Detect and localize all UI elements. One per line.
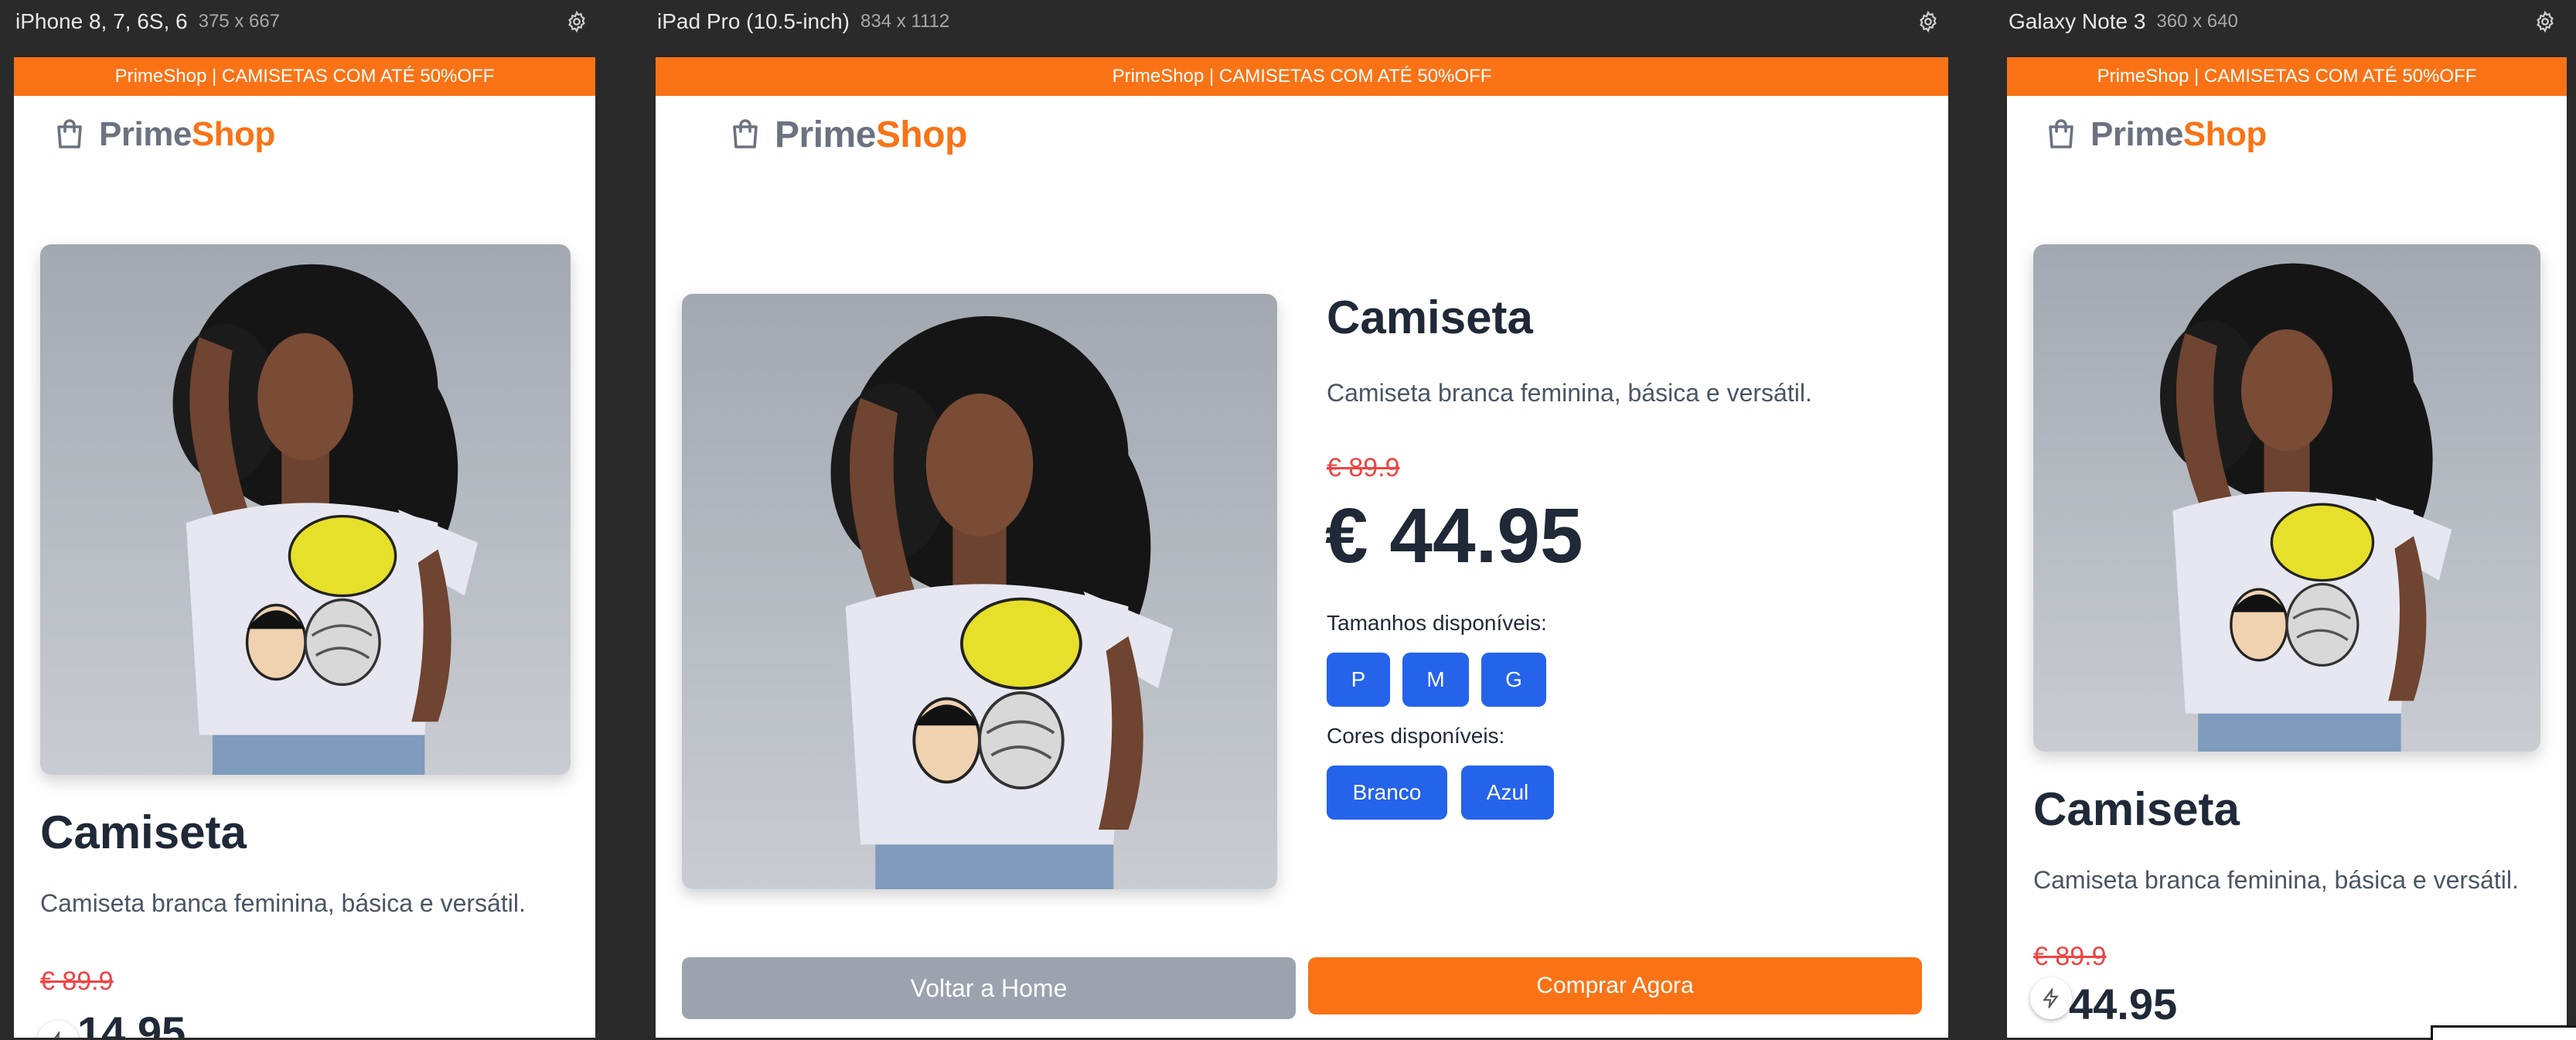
product-title: Camiseta [40, 806, 247, 858]
old-price: € 89.9 [1327, 453, 1400, 482]
color-option-branco[interactable]: Branco [1327, 766, 1447, 820]
size-option-m[interactable]: M [1402, 653, 1469, 707]
device-dims: 834 x 1112 [860, 11, 950, 32]
device-name: Galaxy Note 3 [2009, 9, 2146, 33]
iphone-frame: PrimeShop | CAMISETAS COM ATÉ 50%OFF Pri… [14, 57, 595, 1038]
product-image [2033, 244, 2540, 752]
device-name: iPhone 8, 7, 6S, 6 [15, 9, 188, 33]
gear-icon[interactable] [563, 8, 591, 36]
promo-banner: PrimeShop | CAMISETAS COM ATÉ 50%OFF [656, 57, 1948, 96]
device-label-iphone: iPhone 8, 7, 6S, 6 375 x 667 [15, 6, 280, 37]
gear-icon[interactable] [1914, 8, 1942, 36]
site-header: PrimeShop [656, 96, 1948, 173]
product-description: Camiseta branca feminina, básica e versá… [1327, 379, 1812, 407]
promo-banner: PrimeShop | CAMISETAS COM ATÉ 50%OFF [2007, 57, 2567, 96]
ipad-frame: PrimeShop | CAMISETAS COM ATÉ 50%OFF Pri… [656, 57, 1948, 1038]
bolt-icon[interactable] [37, 1021, 79, 1038]
device-dims: 375 x 667 [198, 11, 281, 32]
product-description: Camiseta branca feminina, básica e versá… [2033, 866, 2519, 894]
colors-label: Cores disponíveis: [1327, 724, 1505, 748]
bolt-icon[interactable] [2030, 977, 2072, 1019]
size-option-p[interactable]: P [1327, 653, 1390, 707]
product-price: 44.95 [2069, 980, 2178, 1028]
color-option-azul[interactable]: Azul [1461, 766, 1554, 820]
shopping-bag-icon[interactable] [727, 115, 764, 154]
logo[interactable]: PrimeShop [775, 114, 967, 156]
gear-icon[interactable] [2531, 8, 2559, 36]
buy-now-button[interactable]: Comprar Agora [1308, 957, 1922, 1014]
back-home-button[interactable]: Voltar a Home [682, 957, 1296, 1019]
device-label-galaxy: Galaxy Note 3 360 x 640 [2009, 6, 2238, 37]
shopping-bag-icon[interactable] [2043, 115, 2080, 154]
product-title: Camiseta [1327, 292, 1533, 343]
device-label-ipad: iPad Pro (10.5-inch) 834 x 1112 [657, 6, 949, 37]
site-header: PrimeShop [14, 96, 595, 173]
logo[interactable]: PrimeShop [99, 115, 275, 154]
product-title: Camiseta [2033, 783, 2240, 835]
device-name: iPad Pro (10.5-inch) [657, 9, 850, 33]
site-header: PrimeShop [2007, 96, 2567, 173]
size-option-g[interactable]: G [1481, 653, 1546, 707]
product-price: € 44.95 [1325, 493, 1583, 579]
product-description: Camiseta branca feminina, básica e versá… [40, 889, 526, 917]
product-price: 14.95 [77, 1008, 186, 1038]
device-dims: 360 x 640 [2156, 11, 2238, 32]
product-image [682, 294, 1277, 889]
galaxy-frame: PrimeShop | CAMISETAS COM ATÉ 50%OFF Pri… [2007, 57, 2567, 1038]
shopping-bag-icon[interactable] [51, 115, 88, 154]
overlay-corner [2431, 1025, 2576, 1040]
logo[interactable]: PrimeShop [2090, 115, 2267, 154]
sizes-label: Tamanhos disponíveis: [1327, 611, 1547, 635]
product-image [40, 244, 571, 775]
old-price: € 89.9 [40, 967, 114, 996]
promo-banner: PrimeShop | CAMISETAS COM ATÉ 50%OFF [14, 57, 595, 96]
old-price: € 89.9 [2033, 942, 2107, 971]
